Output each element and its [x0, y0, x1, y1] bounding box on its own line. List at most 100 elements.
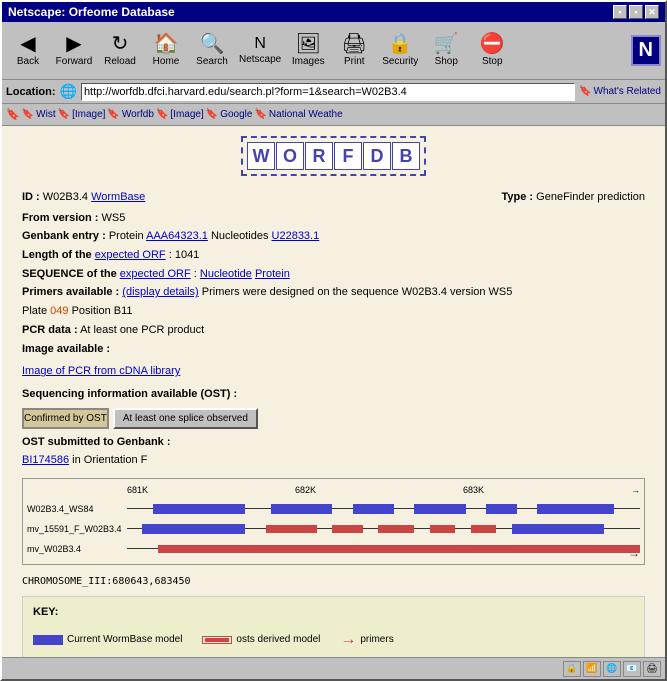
- stop-button[interactable]: ⛔ Stop: [470, 25, 514, 77]
- location-icon: 🌐: [60, 83, 77, 100]
- track-1-block-1: [153, 504, 245, 514]
- security-button[interactable]: 🔒 Security: [378, 25, 422, 77]
- track-2: mv_15591_F_W02B3.4: [27, 520, 640, 538]
- sequence-nucleotide-link[interactable]: Nucleotide: [200, 268, 252, 280]
- logo-f: F: [334, 142, 362, 170]
- forward-button[interactable]: ▶ Forward: [52, 25, 96, 77]
- bookmark-worfdb[interactable]: 🔖 Worfdb: [107, 109, 154, 120]
- track-2-block-3: [332, 525, 363, 533]
- image2-icon: 🔖: [156, 109, 168, 120]
- track-3: mv_W02B3.4 →: [27, 540, 640, 558]
- print-label: Print: [344, 56, 365, 67]
- close-button[interactable]: ✕: [645, 5, 659, 19]
- track-3-area: →: [127, 542, 640, 556]
- home-label: Home: [153, 56, 180, 67]
- sequence-protein-link[interactable]: Protein: [255, 268, 290, 280]
- wist-label: Wist: [36, 109, 55, 120]
- id-label: ID :: [22, 191, 43, 203]
- chrom-coord: CHROMOSOME_III:680643,683450: [22, 573, 645, 590]
- primers-text: Primers were designed on the sequence W0…: [202, 286, 513, 298]
- primers-display-link[interactable]: (display details): [122, 286, 198, 298]
- status-icon-2: 📶: [583, 661, 601, 677]
- genbank-line: Genbank entry : Protein AAA64323.1 Nucle…: [22, 227, 645, 246]
- bookmark-image2[interactable]: 🔖 [Image]: [156, 109, 204, 120]
- chromosome-ruler: 681K 682K 683K →: [27, 483, 640, 498]
- sequence-orf-link[interactable]: expected ORF: [120, 268, 191, 280]
- print-button[interactable]: 🖨 Print: [332, 25, 376, 77]
- national-weather-icon: 🔖: [254, 109, 266, 120]
- ost-submitted-line: OST submitted to Genbank :: [22, 433, 645, 452]
- home-button[interactable]: 🏠 Home: [144, 25, 188, 77]
- security-label: Security: [382, 56, 418, 67]
- shop-button[interactable]: 🛒 Shop: [424, 25, 468, 77]
- image2-label: [Image]: [170, 109, 203, 120]
- chrom-coord-text: CHROMOSOME_III:680643,683450: [22, 576, 191, 587]
- wormbase-link[interactable]: WormBase: [91, 191, 145, 203]
- netscape-label: Netscape: [239, 54, 281, 65]
- reload-icon: ↻: [112, 34, 129, 54]
- bookmark-google[interactable]: 🔖 Google: [206, 109, 253, 120]
- ost-splice-button[interactable]: At least one splice observed: [113, 408, 258, 429]
- maximize-button[interactable]: ▪: [629, 5, 643, 19]
- image-label: Image available :: [22, 343, 110, 355]
- forward-icon: ▶: [66, 34, 81, 54]
- genbank-protein-link[interactable]: AAA64323.1: [146, 230, 208, 242]
- ost-submitted-label: OST submitted to Genbank :: [22, 436, 171, 448]
- whats-related-button[interactable]: 🔖 What's Related: [579, 86, 661, 97]
- search-button[interactable]: 🔍 Search: [190, 25, 234, 77]
- shop-icon: 🛒: [434, 34, 459, 54]
- length-label: Length of the: [22, 249, 95, 261]
- pcr-line: PCR data : At least one PCR product: [22, 321, 645, 340]
- ost-confirmed-button[interactable]: Confirmed by OST: [22, 408, 109, 429]
- title-bar: Netscape: Orfeome Database ▪ ▪ ✕: [2, 2, 665, 22]
- track-1-label: W02B3.4_WS84: [27, 502, 127, 517]
- bookmark-wist[interactable]: 🔖 Wist: [22, 109, 56, 120]
- ruler-683k: 683K: [463, 483, 631, 498]
- sequence-label: SEQUENCE of the: [22, 268, 120, 280]
- track-3-arrow: →: [628, 543, 640, 563]
- logo-container: W O R F D B: [22, 136, 645, 176]
- content-inner: W O R F D B ID : W02B3.4 WormBase: [2, 126, 665, 657]
- key-ost-inner: [205, 638, 229, 642]
- key-primers-label: primers: [360, 631, 393, 648]
- ost-genbank-line: BI174586 in Orientation F: [22, 451, 645, 470]
- sequence-line: SEQUENCE of the expected ORF : Nucleotid…: [22, 265, 645, 284]
- track-1-block-4: [414, 504, 465, 514]
- stop-icon: ⛔: [480, 34, 505, 54]
- reload-button[interactable]: ↻ Reload: [98, 25, 142, 77]
- window-controls: ▪ ▪ ✕: [613, 5, 659, 19]
- browser-window: Netscape: Orfeome Database ▪ ▪ ✕ ◀ Back …: [0, 0, 667, 681]
- key-item-wormbase: Current WormBase model: [33, 631, 182, 648]
- bookmark-image1[interactable]: 🔖 [Image]: [58, 109, 106, 120]
- netscape-button[interactable]: N Netscape: [236, 25, 284, 77]
- pcr-label: PCR data :: [22, 324, 78, 336]
- image-pcr-link[interactable]: Image of PCR from cDNA library: [22, 362, 645, 381]
- minimize-button[interactable]: ▪: [613, 5, 627, 19]
- track-1-block-5: [486, 504, 517, 514]
- key-item-ost: osts derived model: [202, 631, 320, 648]
- worfdb-label: Worfdb: [122, 109, 154, 120]
- genbank-label: Genbank entry :: [22, 230, 106, 242]
- location-input[interactable]: [81, 83, 575, 101]
- ost-genbank-link[interactable]: BI174586: [22, 454, 69, 466]
- bookmark-national-weather[interactable]: 🔖 National Weathe: [254, 109, 342, 120]
- key-item-primers: → primers: [340, 626, 393, 653]
- key-blue-bar: [33, 635, 63, 645]
- genbank-nucleotide-link[interactable]: U22833.1: [272, 230, 320, 242]
- back-label: Back: [17, 56, 39, 67]
- logo-w: W: [247, 142, 275, 170]
- from-version-value: WS5: [101, 212, 125, 224]
- ruler-681k: 681K: [127, 483, 295, 498]
- images-button[interactable]: 🖼 Images: [286, 25, 330, 77]
- expected-orf-link[interactable]: expected ORF: [95, 249, 166, 261]
- type-label: Type :: [502, 191, 537, 203]
- image1-icon: 🔖: [58, 109, 70, 120]
- logo-o: O: [276, 142, 304, 170]
- track-2-block-2: [266, 525, 317, 533]
- wist-icon: 🔖: [22, 109, 34, 120]
- stop-label: Stop: [482, 56, 503, 67]
- back-button[interactable]: ◀ Back: [6, 25, 50, 77]
- status-icon-1: 🔒: [563, 661, 581, 677]
- logo-d: D: [363, 142, 391, 170]
- plate-label: Plate: [22, 305, 50, 317]
